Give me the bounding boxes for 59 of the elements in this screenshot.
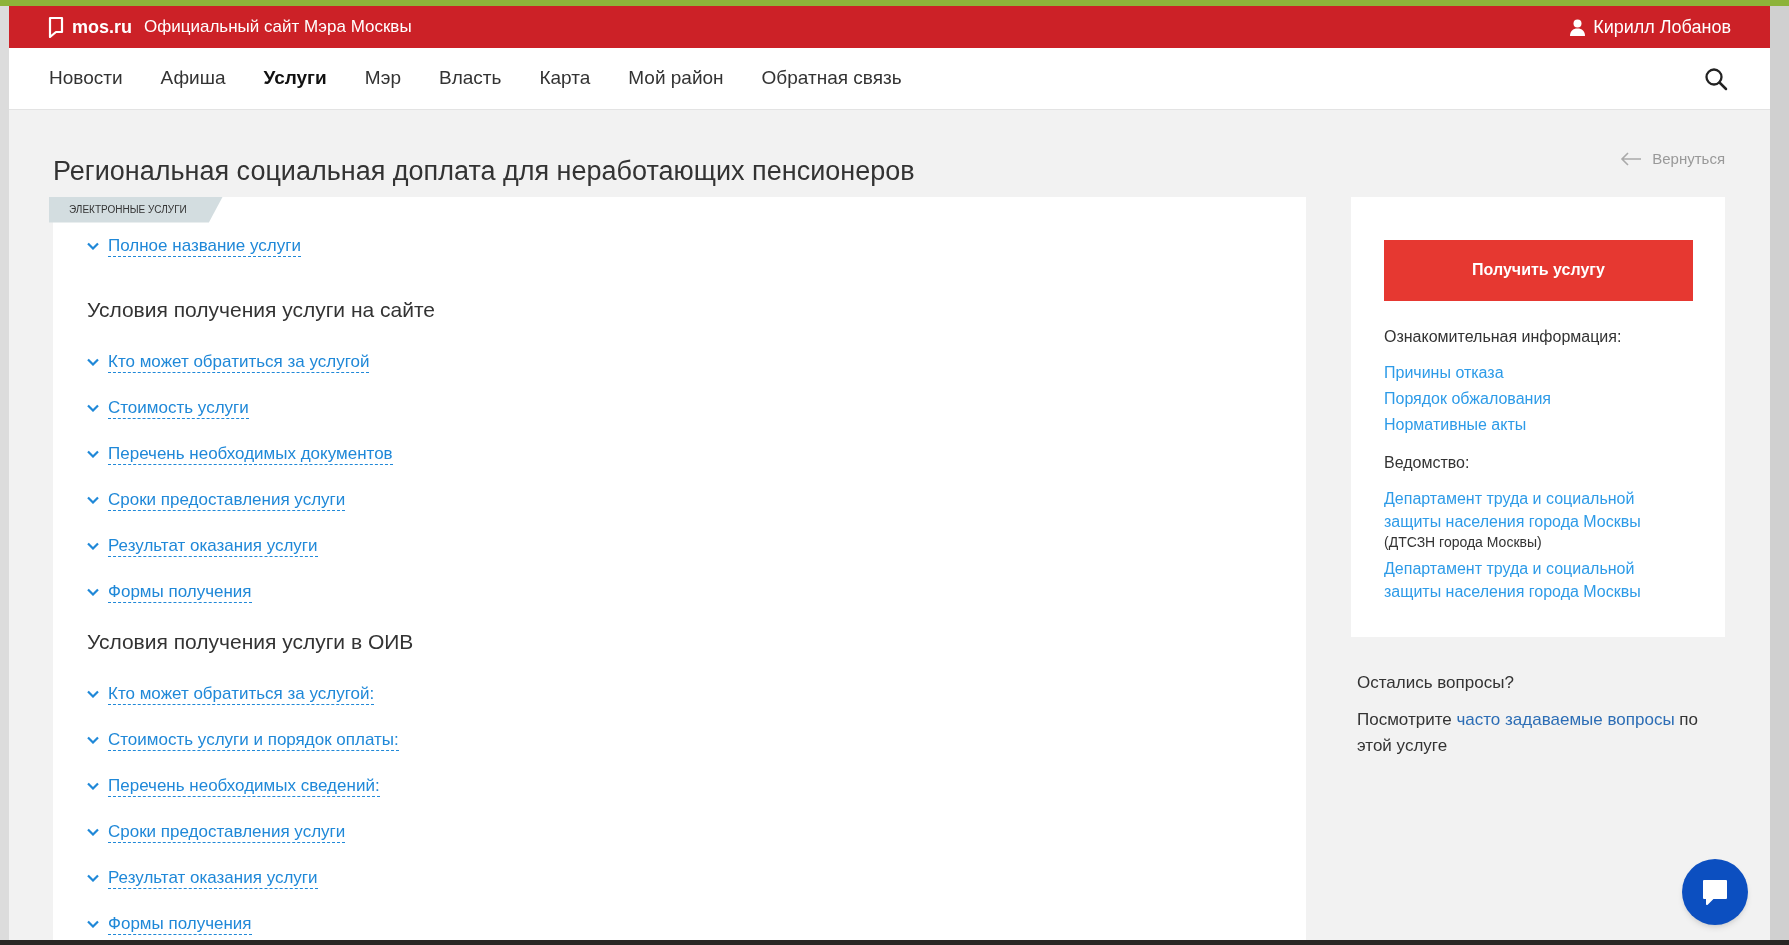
nav-tab[interactable]: Новости [49, 64, 123, 93]
info-link[interactable]: Нормативные акты [1384, 413, 1692, 435]
back-link[interactable]: Вернуться [1620, 148, 1725, 171]
nav-tab[interactable]: Обратная связь [761, 64, 902, 93]
site-logo[interactable]: mos.ru [48, 13, 132, 41]
chevron-down-icon [87, 920, 99, 928]
accordion-link[interactable]: Формы получения [108, 581, 252, 603]
accordion-link[interactable]: Кто может обратиться за услугой [108, 351, 370, 373]
nav-tab[interactable]: Афиша [160, 64, 226, 93]
info-link[interactable]: Причины отказа [1384, 361, 1692, 383]
section-heading: Условия получения услуги на сайте [87, 296, 437, 323]
chevron-down-icon [87, 358, 99, 366]
accordion-link[interactable]: Сроки предоставления услуги [108, 489, 346, 511]
chevron-down-icon [87, 588, 99, 596]
nav-tab[interactable]: Власть [439, 64, 502, 93]
accordion-link[interactable]: Кто может обратиться за услугой: [108, 683, 375, 705]
chevron-down-icon [87, 496, 99, 504]
chevron-down-icon [87, 404, 99, 412]
nav-tab[interactable]: Мэр [364, 64, 401, 93]
accordion-link[interactable]: Стоимость услуги [108, 397, 249, 419]
chevron-down-icon [87, 242, 99, 250]
info-label: Ознакомительная информация: [1384, 326, 1623, 347]
info-link[interactable]: Порядок обжалования [1384, 387, 1692, 409]
nav-tab[interactable]: Карта [539, 64, 591, 93]
chevron-down-icon [87, 450, 99, 458]
agency-label: Ведомство: [1384, 452, 1471, 473]
chat-bubble-icon [1701, 878, 1729, 906]
chevron-down-icon [87, 828, 99, 836]
section-heading: Условия получения услуги в ОИВ [87, 628, 415, 655]
nav-tab[interactable]: Мой район [628, 64, 724, 93]
accordion-link[interactable]: Полное название услуги [108, 235, 301, 257]
arrow-left-icon [1620, 152, 1643, 167]
chevron-down-icon [87, 690, 99, 698]
accordion-link[interactable]: Стоимость услуги и порядок оплаты: [108, 729, 399, 751]
accordion-link[interactable]: Результат оказания услуги [108, 535, 318, 557]
faq-link[interactable]: часто задаваемые вопросы [1456, 710, 1675, 729]
chevron-down-icon [87, 736, 99, 744]
user-icon [1570, 18, 1586, 36]
accordion-link[interactable]: Результат оказания услуги [108, 867, 318, 889]
search-icon[interactable] [1704, 66, 1728, 91]
agency-link[interactable]: Департамент труда и социальной защиты населения города Москвы [1384, 556, 1674, 603]
chevron-down-icon [87, 782, 99, 790]
chevron-down-icon [87, 874, 99, 882]
accordion-link[interactable]: Формы получения [108, 913, 252, 935]
accordion-link[interactable]: Перечень необходимых документов [108, 443, 393, 465]
questions-text: Посмотрите часто задаваемые вопросы по этой услуге [1357, 709, 1699, 757]
accordion-link[interactable]: Сроки предоставления услуги [108, 821, 346, 843]
get-service-button[interactable]: Получить услугу [1384, 239, 1693, 301]
category-tag: ЭЛЕКТРОННЫЕ УСЛУГИ [49, 196, 223, 223]
speech-bubble-icon [48, 16, 64, 38]
questions-title: Остались вопросы? [1357, 671, 1515, 694]
page-title: Региональная социальная доплата для неработающих пенсионеров [53, 154, 915, 188]
nav-tab[interactable]: Услуги [263, 64, 327, 93]
user-link[interactable]: Кирилл Лобанов [1570, 13, 1731, 41]
agency-abbreviation: (ДТСЗН города Москвы) [1384, 532, 1543, 551]
agency-link[interactable]: Департамент труда и социальной защиты населения города Москвы [1384, 486, 1674, 533]
chevron-down-icon [87, 542, 99, 550]
accordion-link[interactable]: Перечень необходимых сведений: [108, 775, 380, 797]
site-title: Официальный сайт Мэра Москвы [144, 16, 412, 39]
